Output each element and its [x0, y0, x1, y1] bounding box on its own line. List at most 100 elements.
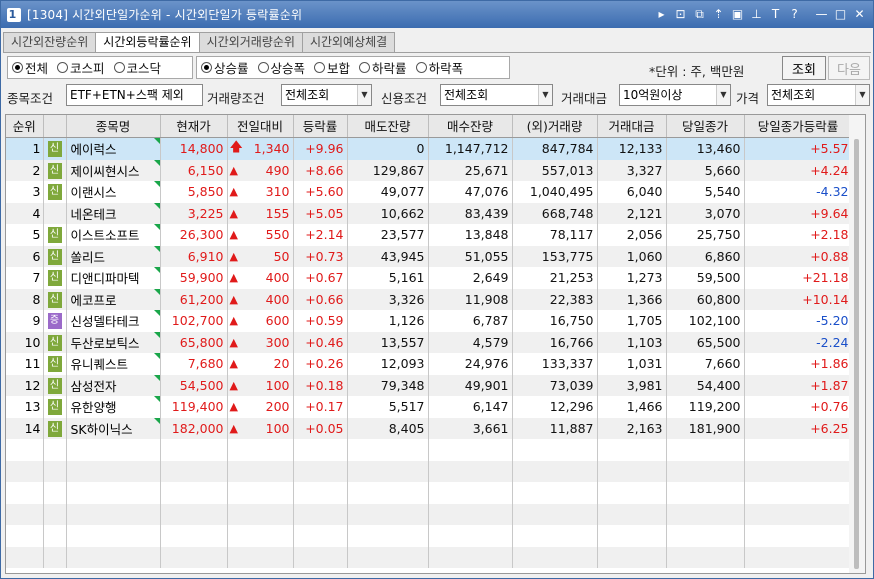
- empty-cell: [744, 546, 853, 568]
- credit-condition-select[interactable]: 전체조회 ▼: [440, 84, 553, 106]
- column-header[interactable]: 당일종가등락률: [744, 115, 853, 138]
- flag-triangle-icon: [153, 310, 159, 316]
- table-row[interactable]: 10 신 두산로보틱스 65,800 ▲ 300 +0.46 13,557 4,579 16,76…: [6, 331, 853, 353]
- badge-cell: 신: [43, 288, 67, 310]
- column-header[interactable]: (외)거래량: [512, 115, 598, 138]
- column-header[interactable]: 순위: [6, 115, 44, 138]
- volume-cell: 16,750: [512, 310, 598, 332]
- sort-radio-4[interactable]: 하락폭: [415, 58, 463, 77]
- table-row[interactable]: 13 신 유한양행 119,400 ▲ 200 +0.17 5,517 6,147 12,296 1…: [6, 396, 853, 418]
- volume-cell: 73,039: [512, 374, 598, 396]
- sort-radio-indicator[interactable]: [201, 62, 212, 73]
- empty-cell: [428, 482, 513, 504]
- sort-radio-indicator[interactable]: [415, 62, 427, 73]
- change-cell: ▲ 300: [227, 331, 294, 353]
- empty-cell: [666, 482, 745, 504]
- status-badge: 신: [47, 356, 62, 372]
- status-badge: 신: [47, 248, 62, 265]
- table-row[interactable]: 8 신 에코프로 61,200 ▲ 400 +0.66 3,326 11,908 22,383 1,…: [6, 288, 853, 310]
- empty-cell: [227, 460, 294, 482]
- empty-cell: [66, 482, 161, 504]
- scroll-thumb[interactable]: [854, 139, 859, 569]
- empty-cell: [597, 525, 667, 547]
- column-header[interactable]: 전일대비: [227, 115, 294, 138]
- vertical-scrollbar[interactable]: [849, 115, 865, 573]
- window-control-3[interactable]: ⇡: [711, 6, 726, 22]
- change-cell: ▲ 100: [227, 417, 294, 439]
- search-button[interactable]: 조회: [782, 56, 826, 80]
- table-row[interactable]: 6 신 쏠리드 6,910 ▲ 50 +0.73 43,945 51,055 153,775 1,0…: [6, 245, 853, 267]
- column-header[interactable]: 매수잔량: [428, 115, 513, 138]
- column-header[interactable]: 매도잔량: [347, 115, 429, 138]
- window-control-5[interactable]: ⊥: [749, 6, 764, 22]
- amount-cell: 1,466: [597, 396, 667, 418]
- tab-3[interactable]: 시간외예상체결: [301, 32, 396, 52]
- flag-triangle-icon: [153, 202, 159, 209]
- table-row[interactable]: 5 신 이스트소프트 26,300 ▲ 550 +2.14 23,577 13,848 78,11…: [6, 224, 853, 246]
- amount-cell: 1,060: [597, 245, 667, 267]
- sort-radio-indicator[interactable]: [314, 62, 326, 73]
- window-control-4[interactable]: ▣: [730, 6, 745, 22]
- sort-radio-0[interactable]: 상승률: [201, 58, 249, 77]
- window-control-9[interactable]: □: [833, 6, 848, 22]
- market-radio-indicator[interactable]: [57, 62, 69, 73]
- stock-name-cell: 두산로보틱스: [66, 331, 161, 353]
- empty-cell: [6, 546, 44, 568]
- table-row[interactable]: 1 신 에이럭스 14,800 🡅 1,340 +9.96 0 1,147,712 847,784…: [6, 137, 853, 160]
- next-button[interactable]: 다음: [828, 56, 870, 80]
- close-cell: 60,800: [666, 288, 745, 310]
- column-header[interactable]: [43, 115, 67, 138]
- sort-radio-indicator[interactable]: [257, 62, 269, 73]
- column-header[interactable]: 등락률: [293, 115, 348, 138]
- market-radio-0[interactable]: 전체: [12, 58, 48, 77]
- tab-2[interactable]: 시간외거래량순위: [198, 32, 303, 52]
- status-badge: 증: [47, 313, 62, 329]
- empty-cell: [347, 525, 429, 547]
- table-row[interactable]: 4 네온테크 3,225 ▲ 155 +5.05 10,662 83,439 668,748 2,…: [6, 202, 853, 224]
- table-row[interactable]: 2 신 제이씨현시스 6,150 ▲ 490 +8.66 129,867 25,671 557,0…: [6, 159, 853, 181]
- window-control-7[interactable]: ?: [787, 6, 802, 22]
- column-header[interactable]: 현재가: [160, 115, 228, 138]
- window-control-2[interactable]: ⧉: [692, 6, 707, 22]
- volume-condition-select[interactable]: 전체조회 ▼: [281, 84, 372, 106]
- bid-cell: 3,661: [428, 417, 513, 439]
- sort-radio-2[interactable]: 보합: [314, 58, 350, 77]
- window-control-8[interactable]: —: [814, 6, 829, 22]
- sort-radio-1[interactable]: 상승폭: [257, 58, 305, 77]
- flag-triangle-icon: [153, 245, 159, 252]
- tab-1[interactable]: 시간외등락률순위: [95, 32, 200, 53]
- table-row[interactable]: 12 신 삼성전자 54,500 ▲ 100 +0.18 79,348 49,901 73,039…: [6, 374, 853, 396]
- change-cell: ▲ 600: [227, 310, 294, 332]
- sort-radio-3[interactable]: 하락률: [359, 58, 407, 77]
- stock-condition-select[interactable]: ETF+ETN+스팩 제외: [66, 84, 203, 106]
- column-header[interactable]: 종목명: [66, 115, 161, 138]
- window-control-0[interactable]: ▸: [654, 6, 669, 22]
- market-radio-1[interactable]: 코스피: [57, 58, 105, 77]
- table-row[interactable]: 7 신 디앤디파마텍 59,900 ▲ 400 +0.67 5,161 2,649 21,253 1…: [6, 267, 853, 289]
- empty-cell: [293, 439, 348, 461]
- price-condition-select[interactable]: 전체조회 ▼: [767, 84, 870, 106]
- sort-radio-indicator[interactable]: [359, 62, 371, 73]
- window-control-6[interactable]: T: [768, 6, 783, 22]
- table-row[interactable]: 9 증 신성델타테크 102,700 ▲ 600 +0.59 1,126 6,787 16,750…: [6, 310, 853, 332]
- market-radio-indicator[interactable]: [113, 62, 125, 73]
- change-cell: ▲ 400: [227, 288, 294, 310]
- bid-cell: 13,848: [428, 224, 513, 246]
- column-header[interactable]: 거래대금: [597, 115, 667, 138]
- volume-cell: 668,748: [512, 202, 598, 224]
- table-row[interactable]: 14 신 SK하이닉스 182,000 ▲ 100 +0.05 8,405 3,661 11,88…: [6, 417, 853, 439]
- amount-condition-select[interactable]: 10억원이상 ▼: [619, 84, 731, 106]
- market-radio-2[interactable]: 코스닥: [113, 58, 161, 77]
- column-header[interactable]: 당일종가: [666, 115, 745, 138]
- tab-0[interactable]: 시간외잔량순위: [3, 32, 97, 52]
- table-row[interactable]: 3 신 이랜시스 5,850 ▲ 310 +5.60 49,077 47,076 1,040,49…: [6, 181, 853, 203]
- change-cell: ▲ 550: [227, 224, 294, 246]
- change-value: 300: [265, 334, 290, 350]
- window-control-10[interactable]: ✕: [852, 6, 867, 22]
- volume-cell: 16,766: [512, 331, 598, 353]
- window-control-1[interactable]: ⊡: [673, 6, 688, 22]
- empty-row: [6, 439, 853, 461]
- table-row[interactable]: 11 신 유니퀘스트 7,680 ▲ 20 +0.26 12,093 24,976 133,337…: [6, 353, 853, 375]
- market-radio-indicator[interactable]: [12, 62, 23, 73]
- empty-cell: [512, 482, 598, 504]
